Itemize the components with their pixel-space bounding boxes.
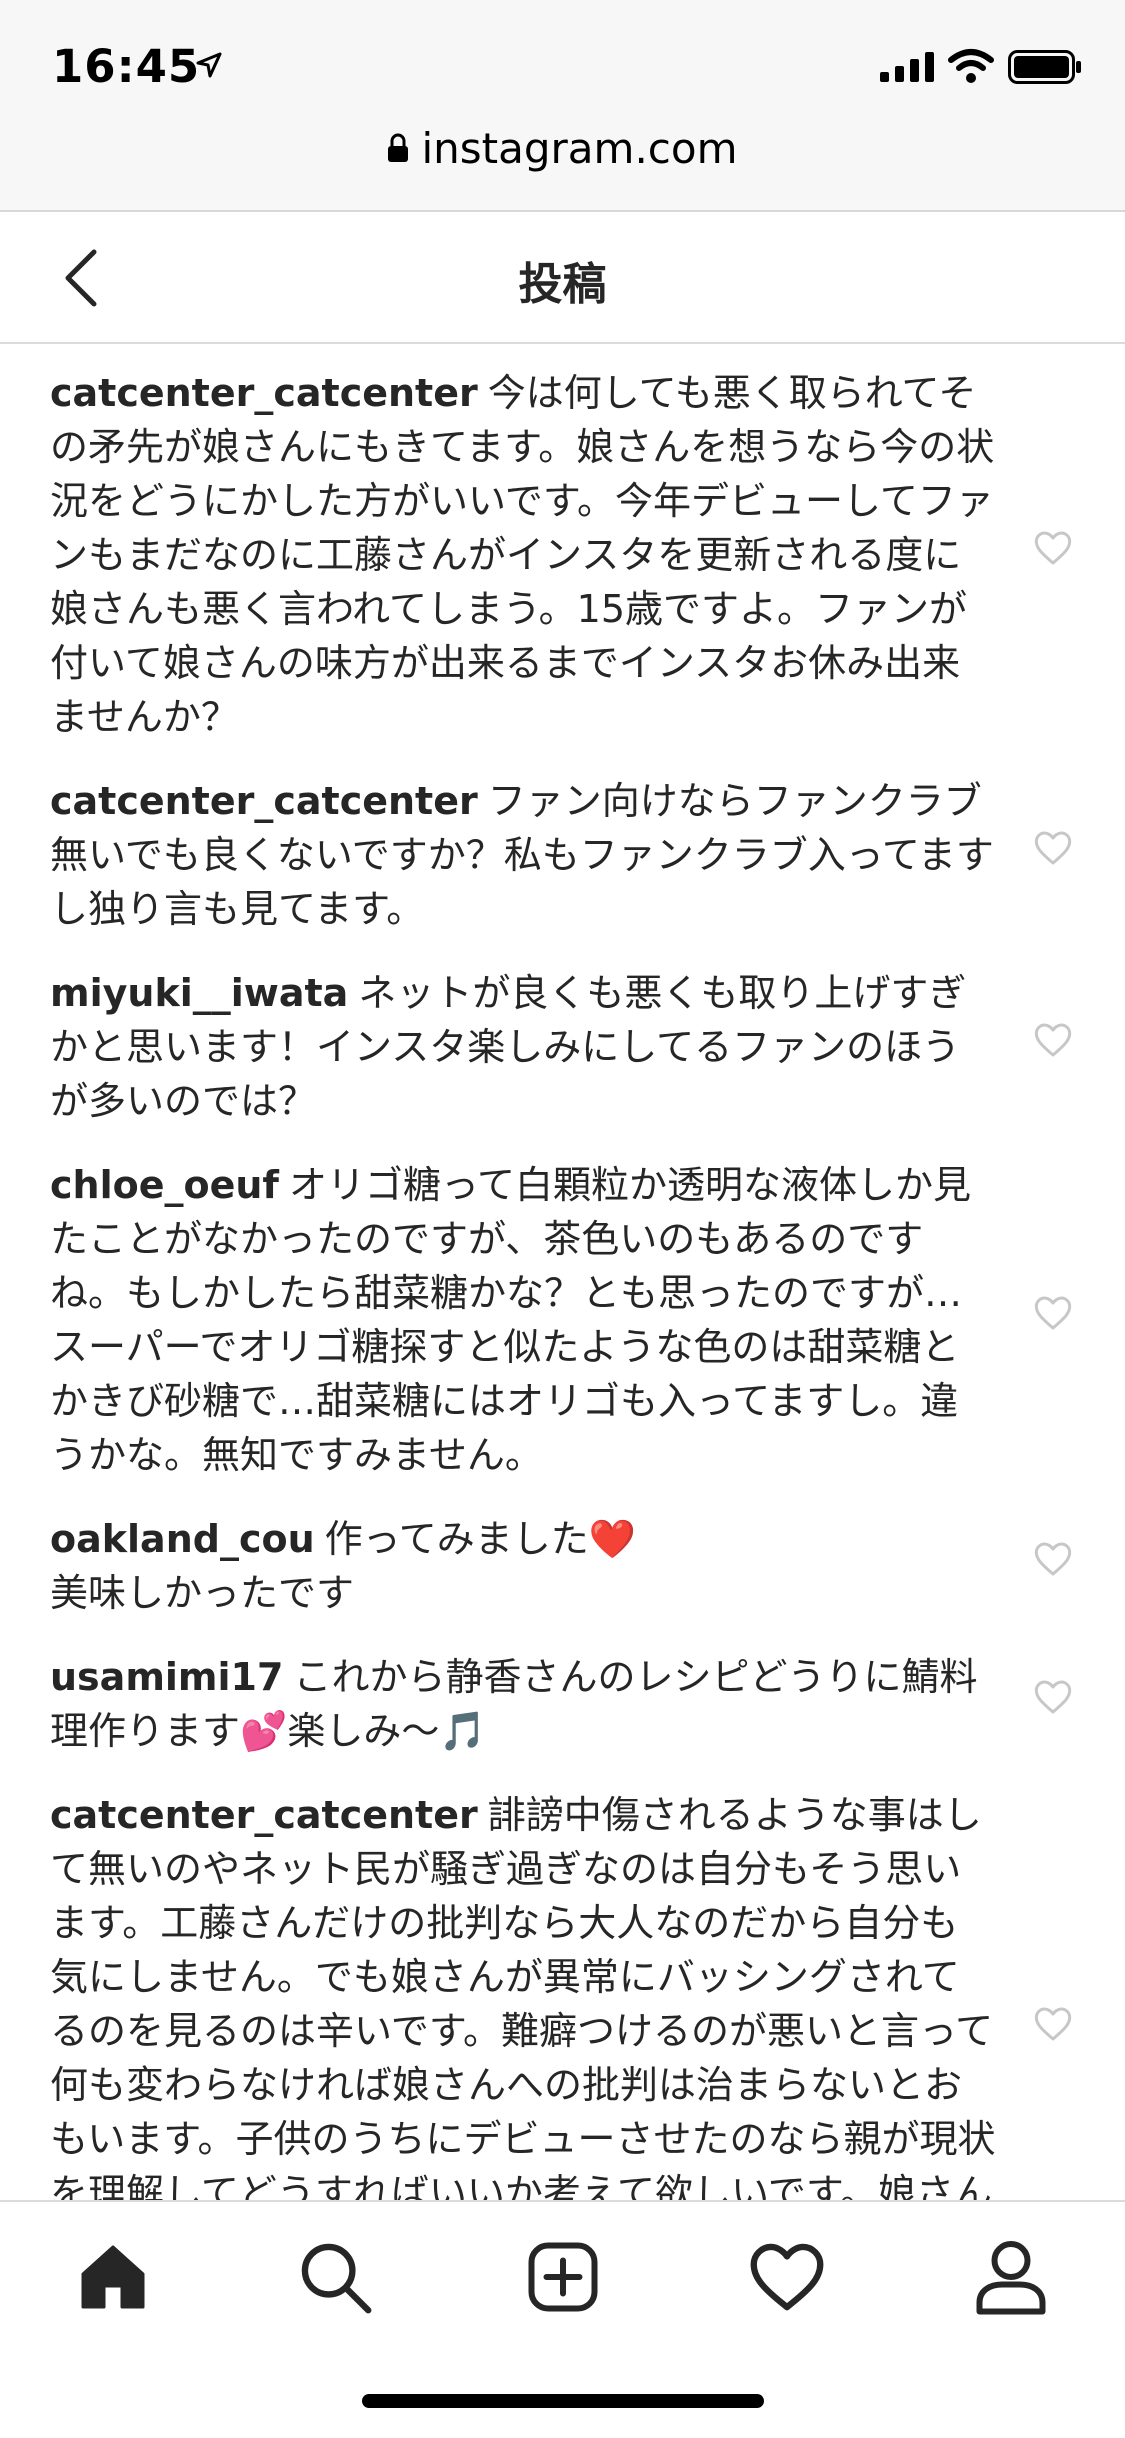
add-post-icon bbox=[528, 2242, 598, 2312]
heart-icon[interactable] bbox=[1033, 1539, 1073, 1579]
heart-icon[interactable] bbox=[1033, 528, 1073, 568]
comment-username[interactable]: catcenter_catcenter bbox=[50, 371, 478, 415]
comment-username[interactable]: miyuki__iwata bbox=[50, 971, 348, 1015]
page-title: 投稿 bbox=[518, 259, 607, 310]
comment-list: catcenter_catcenter 今は何しても悪く取られてその矛先が娘さんに… bbox=[0, 344, 1125, 2200]
comment-body: oakland_cou 作ってみました❤️ 美味しかったです bbox=[50, 1512, 996, 1620]
profile-icon bbox=[976, 2241, 1046, 2315]
comment-username[interactable]: catcenter_catcenter bbox=[50, 779, 478, 823]
comment-text: 今は何しても悪く取られてその矛先が娘さんにもきてます。娘さんを想うなら今の状況を… bbox=[50, 371, 995, 739]
url-text: instagram.com bbox=[421, 123, 738, 173]
heart-icon[interactable] bbox=[1033, 1677, 1073, 1717]
comment-item: catcenter_catcenter 今は何しても悪く取られてその矛先が娘さんに… bbox=[0, 344, 1125, 752]
comment-item: catcenter_catcenter 誹謗中傷されるような事はして無いのやネット… bbox=[0, 1766, 1125, 2200]
comment-body: catcenter_catcenter 誹謗中傷されるような事はして無いのやネット… bbox=[50, 1788, 996, 2200]
heart-icon bbox=[750, 2243, 824, 2311]
heart-icon[interactable] bbox=[1033, 2004, 1073, 2044]
heart-icon[interactable] bbox=[1033, 828, 1073, 868]
heart-icon[interactable] bbox=[1033, 1020, 1073, 1060]
tab-activity[interactable] bbox=[742, 2232, 832, 2322]
tab-new-post[interactable] bbox=[518, 2232, 608, 2322]
comment-item: miyuki__iwata ネットが良くも悪くも取り上げすぎかと思います！インスタ… bbox=[0, 944, 1125, 1136]
comment-text: 誹謗中傷されるような事はして無いのやネット民が騒ぎ過ぎなのは自分もそう思います。… bbox=[50, 1793, 996, 2200]
comment-item: catcenter_catcenter ファン向けならファンクラブ無いでも良くない… bbox=[0, 752, 1125, 944]
home-indicator bbox=[362, 2394, 764, 2408]
browser-chrome: 16:45 instagram.com bbox=[0, 0, 1125, 212]
search-icon bbox=[301, 2243, 372, 2314]
comment-username[interactable]: oakland_cou bbox=[50, 1517, 315, 1561]
comment-item: chloe_oeuf オリゴ糖って白顆粒か透明な液体しか見たことがなかったのですが… bbox=[0, 1136, 1125, 1490]
tab-profile[interactable] bbox=[966, 2232, 1056, 2322]
lock-icon bbox=[388, 133, 409, 162]
heart-icon[interactable] bbox=[1033, 1293, 1073, 1333]
post-header: 投稿 bbox=[0, 212, 1125, 344]
home-icon bbox=[81, 2245, 145, 2309]
comment-body: catcenter_catcenter 今は何しても悪く取られてその矛先が娘さんに… bbox=[50, 366, 996, 744]
comment-username[interactable]: chloe_oeuf bbox=[50, 1163, 279, 1207]
location-arrow-icon bbox=[196, 52, 222, 78]
comment-username[interactable]: usamimi17 bbox=[50, 1655, 283, 1699]
tab-home[interactable] bbox=[68, 2232, 158, 2322]
comment-body: catcenter_catcenter ファン向けならファンクラブ無いでも良くない… bbox=[50, 774, 996, 936]
status-time: 16:45 bbox=[52, 40, 201, 93]
comment-body: miyuki__iwata ネットが良くも悪くも取り上げすぎかと思います！インスタ… bbox=[50, 966, 996, 1128]
comment-text: オリゴ糖って白顆粒か透明な液体しか見たことがなかったのですが、茶色いのもあるので… bbox=[50, 1163, 972, 1477]
comment-body: chloe_oeuf オリゴ糖って白顆粒か透明な液体しか見たことがなかったのですが… bbox=[50, 1158, 996, 1482]
battery-icon bbox=[1008, 50, 1081, 84]
comment-username[interactable]: catcenter_catcenter bbox=[50, 1793, 478, 1837]
wifi-icon bbox=[948, 49, 994, 83]
url-bar[interactable]: instagram.com bbox=[0, 118, 1125, 178]
cellular-signal-icon bbox=[880, 52, 934, 82]
comment-item: usamimi17 これから静香さんのレシピどうりに鯖料理作ります💕楽しみ〜🎵 bbox=[0, 1628, 1125, 1766]
comment-body: usamimi17 これから静香さんのレシピどうりに鯖料理作ります💕楽しみ〜🎵 bbox=[50, 1650, 996, 1758]
tab-search[interactable] bbox=[290, 2232, 380, 2322]
comment-item: oakland_cou 作ってみました❤️ 美味しかったです bbox=[0, 1490, 1125, 1628]
